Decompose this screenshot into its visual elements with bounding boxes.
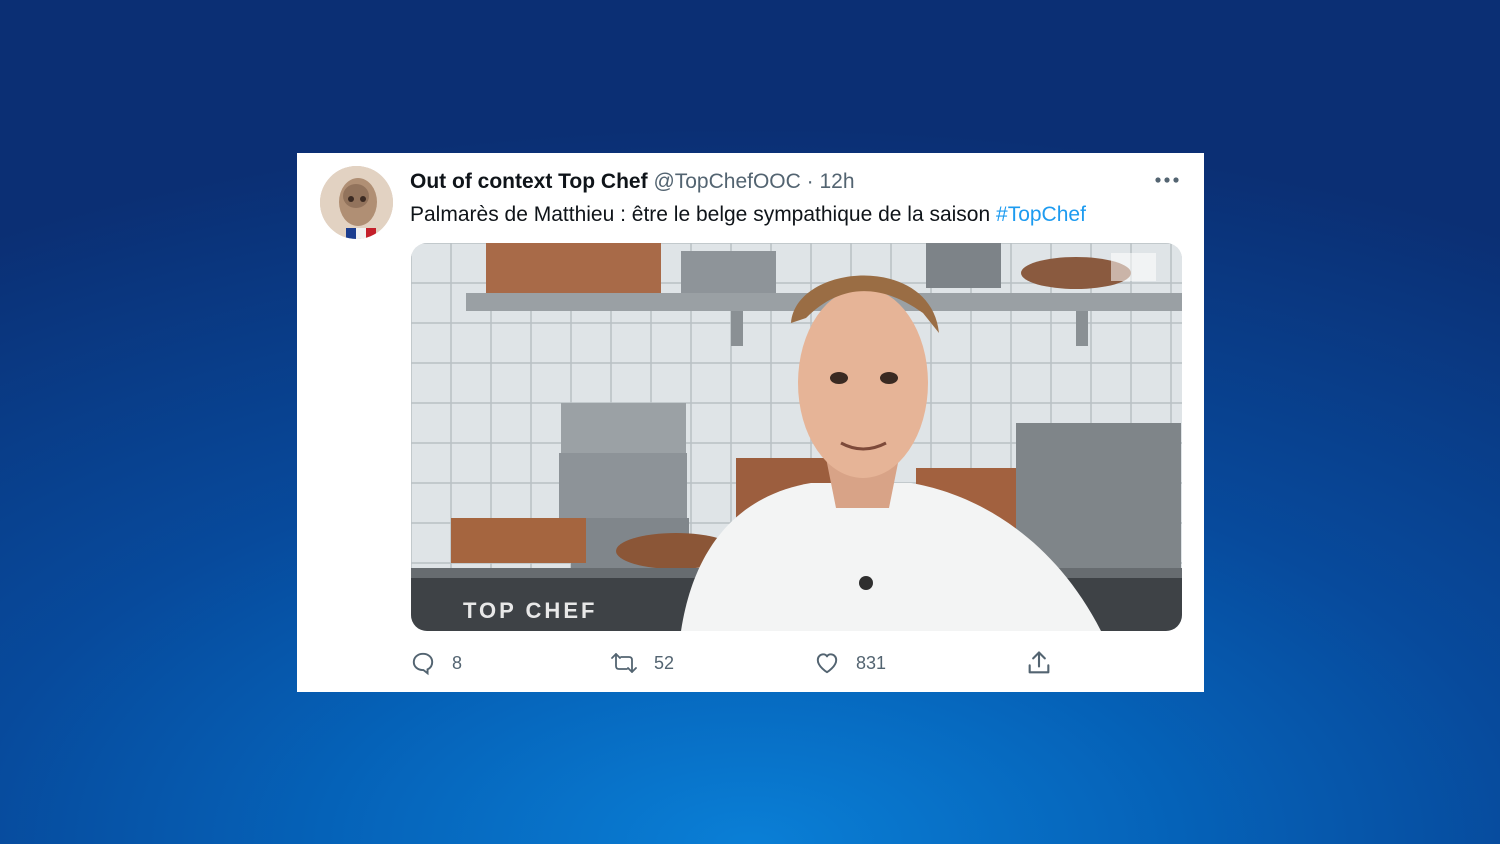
like-icon [814, 650, 840, 676]
media-watermark: TOP CHEF [463, 598, 597, 623]
tweet-body: Palmarès de Matthieu : être le belge sym… [410, 203, 991, 226]
like-button[interactable]: 831 [814, 646, 886, 680]
retweet-button[interactable]: 52 [610, 646, 674, 680]
user-handle[interactable]: @TopChefOOC [653, 170, 800, 193]
reply-count: 8 [452, 652, 463, 673]
share-icon [1025, 649, 1053, 677]
tweet-text: Palmarès de Matthieu : être le belge sym… [410, 201, 1086, 229]
tweet-card[interactable]: Out of context Top Chef @TopChefOOC · 12… [297, 153, 1204, 692]
more-icon[interactable] [1152, 170, 1182, 190]
reply-button[interactable]: 8 [410, 646, 462, 680]
share-button[interactable] [1025, 646, 1053, 680]
display-name[interactable]: Out of context Top Chef [410, 170, 648, 193]
tweet-actions: 8 52 831 [410, 646, 1070, 680]
retweet-icon [610, 650, 638, 676]
avatar[interactable] [320, 166, 393, 239]
separator-dot: · [806, 170, 814, 193]
timestamp[interactable]: 12h [820, 170, 855, 193]
reply-icon [410, 650, 436, 676]
channel-logo-icon [1111, 253, 1156, 281]
like-count: 831 [856, 652, 887, 673]
retweet-count: 52 [654, 652, 675, 673]
tweet-header: Out of context Top Chef @TopChefOOC · 12… [410, 168, 855, 196]
tweet-media-image[interactable]: TOP CHEF [411, 243, 1182, 631]
hashtag-link[interactable]: #TopChef [996, 203, 1086, 226]
